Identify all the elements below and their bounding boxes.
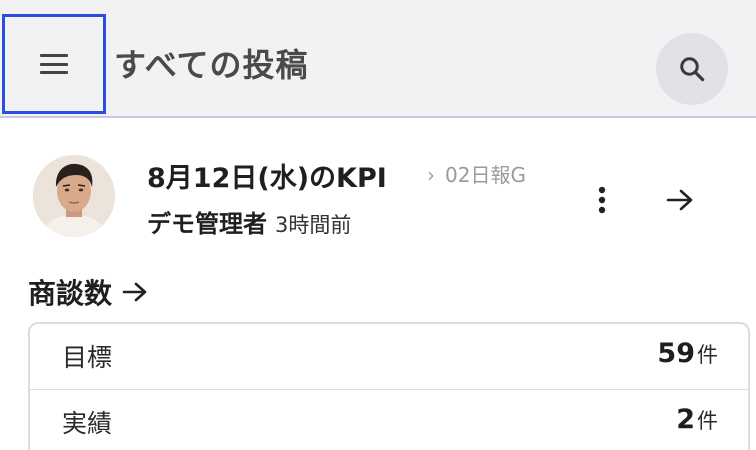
page-title: すべての投稿 — [114, 46, 309, 84]
group-name: 02日報G — [445, 163, 526, 187]
app-header: すべての投稿 — [0, 0, 756, 118]
author-line: デモ管理者 3時間前 — [147, 204, 351, 239]
kpi-label: 目標 — [62, 343, 113, 372]
app-root: すべての投稿 8月12日(水)のKPI › 02日報G デモ管理者 3時間前 商… — [0, 0, 756, 450]
post-title[interactable]: 8月12日(水)のKPI — [147, 156, 387, 195]
open-post-button[interactable] — [660, 184, 700, 216]
chevron-right-icon: › — [427, 163, 435, 187]
section-heading: 商談数 — [28, 277, 113, 310]
kpi-unit: 件 — [697, 409, 718, 433]
hamburger-menu-icon — [40, 54, 68, 74]
kpi-table: 目標 59件 実績 2件 — [28, 322, 750, 450]
author-name[interactable]: デモ管理者 — [147, 210, 267, 238]
post-timestamp: 3時間前 — [275, 213, 352, 237]
avatar-image — [33, 155, 115, 237]
more-options-button[interactable] — [586, 184, 618, 216]
search-icon — [680, 57, 705, 82]
kpi-value: 2件 — [676, 404, 718, 435]
table-row: 実績 2件 — [30, 390, 748, 450]
avatar[interactable] — [33, 155, 115, 237]
arrow-right-icon — [122, 281, 148, 303]
search-button[interactable] — [656, 33, 728, 105]
kpi-number: 59 — [657, 338, 695, 369]
section-heading-link[interactable]: 商談数 — [28, 272, 148, 312]
kpi-number: 2 — [676, 404, 695, 435]
menu-button[interactable] — [2, 14, 106, 114]
kpi-unit: 件 — [697, 343, 718, 367]
more-vert-icon — [598, 186, 606, 214]
arrow-right-icon — [666, 189, 693, 211]
group-link[interactable]: › 02日報G — [427, 159, 526, 188]
table-row: 目標 59件 — [30, 324, 748, 390]
kpi-label: 実績 — [62, 409, 113, 438]
kpi-value: 59件 — [657, 338, 718, 369]
post-card: 8月12日(水)のKPI › 02日報G デモ管理者 3時間前 商談数 目標 5… — [0, 122, 756, 450]
